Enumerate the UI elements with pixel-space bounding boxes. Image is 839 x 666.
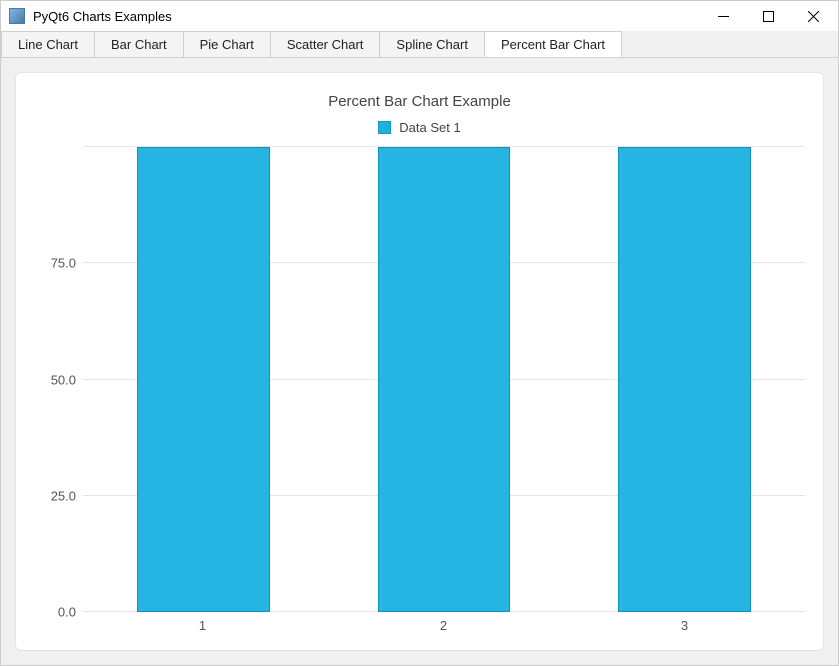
plot-area: 75.0 50.0 25.0 0.0 bbox=[34, 147, 805, 612]
close-icon bbox=[808, 11, 819, 22]
chart-card: Percent Bar Chart Example Data Set 1 75.… bbox=[15, 72, 824, 651]
plot bbox=[82, 147, 805, 612]
x-tick-label: 3 bbox=[564, 612, 805, 640]
y-tick-label: 50.0 bbox=[51, 372, 76, 387]
bar bbox=[137, 147, 269, 612]
y-tick-label: 0.0 bbox=[58, 605, 76, 620]
minimize-button[interactable] bbox=[701, 2, 746, 30]
tab-spline-chart[interactable]: Spline Chart bbox=[379, 31, 485, 57]
legend-swatch bbox=[378, 121, 391, 134]
tab-bar: Line Chart Bar Chart Pie Chart Scatter C… bbox=[1, 31, 838, 58]
bar bbox=[378, 147, 510, 612]
x-tick-label: 2 bbox=[323, 612, 564, 640]
y-tick-label: 75.0 bbox=[51, 256, 76, 271]
tab-label: Scatter Chart bbox=[287, 37, 364, 52]
maximize-icon bbox=[763, 11, 774, 22]
window-title: PyQt6 Charts Examples bbox=[33, 9, 172, 24]
x-axis: 1 2 3 bbox=[82, 612, 805, 640]
bars-layer bbox=[83, 147, 805, 612]
app-window: PyQt6 Charts Examples Line Chart Bar Cha… bbox=[0, 0, 839, 666]
legend-label: Data Set 1 bbox=[399, 120, 460, 135]
tab-scatter-chart[interactable]: Scatter Chart bbox=[270, 31, 381, 57]
tab-label: Bar Chart bbox=[111, 37, 167, 52]
tab-label: Line Chart bbox=[18, 37, 78, 52]
tab-line-chart[interactable]: Line Chart bbox=[1, 31, 95, 57]
maximize-button[interactable] bbox=[746, 2, 791, 30]
chart-title: Percent Bar Chart Example bbox=[34, 93, 805, 110]
x-tick-label: 1 bbox=[82, 612, 323, 640]
tab-label: Percent Bar Chart bbox=[501, 37, 605, 52]
chart-legend: Data Set 1 bbox=[34, 120, 805, 135]
bar bbox=[618, 147, 750, 612]
close-button[interactable] bbox=[791, 2, 836, 30]
tab-label: Pie Chart bbox=[200, 37, 254, 52]
titlebar: PyQt6 Charts Examples bbox=[1, 1, 838, 31]
tab-percent-bar-chart[interactable]: Percent Bar Chart bbox=[484, 31, 622, 57]
app-icon bbox=[9, 8, 25, 24]
minimize-icon bbox=[718, 11, 729, 22]
y-axis: 75.0 50.0 25.0 0.0 bbox=[34, 147, 82, 612]
chart-panel: Percent Bar Chart Example Data Set 1 75.… bbox=[1, 58, 838, 665]
y-tick-label: 25.0 bbox=[51, 488, 76, 503]
tab-bar-chart[interactable]: Bar Chart bbox=[94, 31, 184, 57]
tab-pie-chart[interactable]: Pie Chart bbox=[183, 31, 271, 57]
tab-label: Spline Chart bbox=[396, 37, 468, 52]
